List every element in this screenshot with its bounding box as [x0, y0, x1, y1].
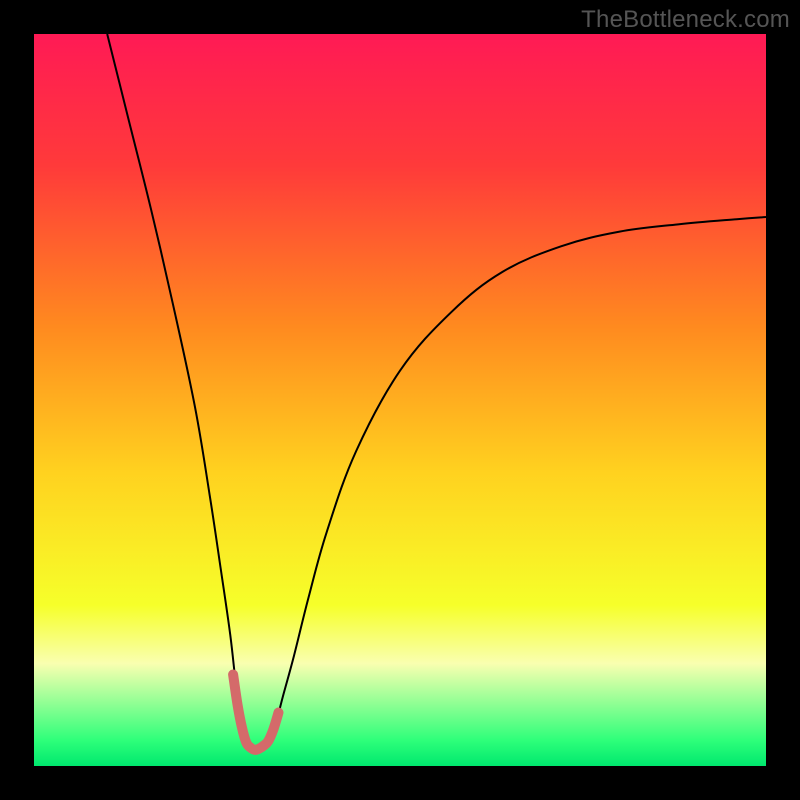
plot-area: [34, 34, 766, 766]
watermark-label: TheBottleneck.com: [581, 6, 790, 34]
chart-frame: TheBottleneck.com: [0, 0, 800, 800]
gradient-background: [34, 34, 766, 766]
bottleneck-chart: [34, 34, 766, 766]
